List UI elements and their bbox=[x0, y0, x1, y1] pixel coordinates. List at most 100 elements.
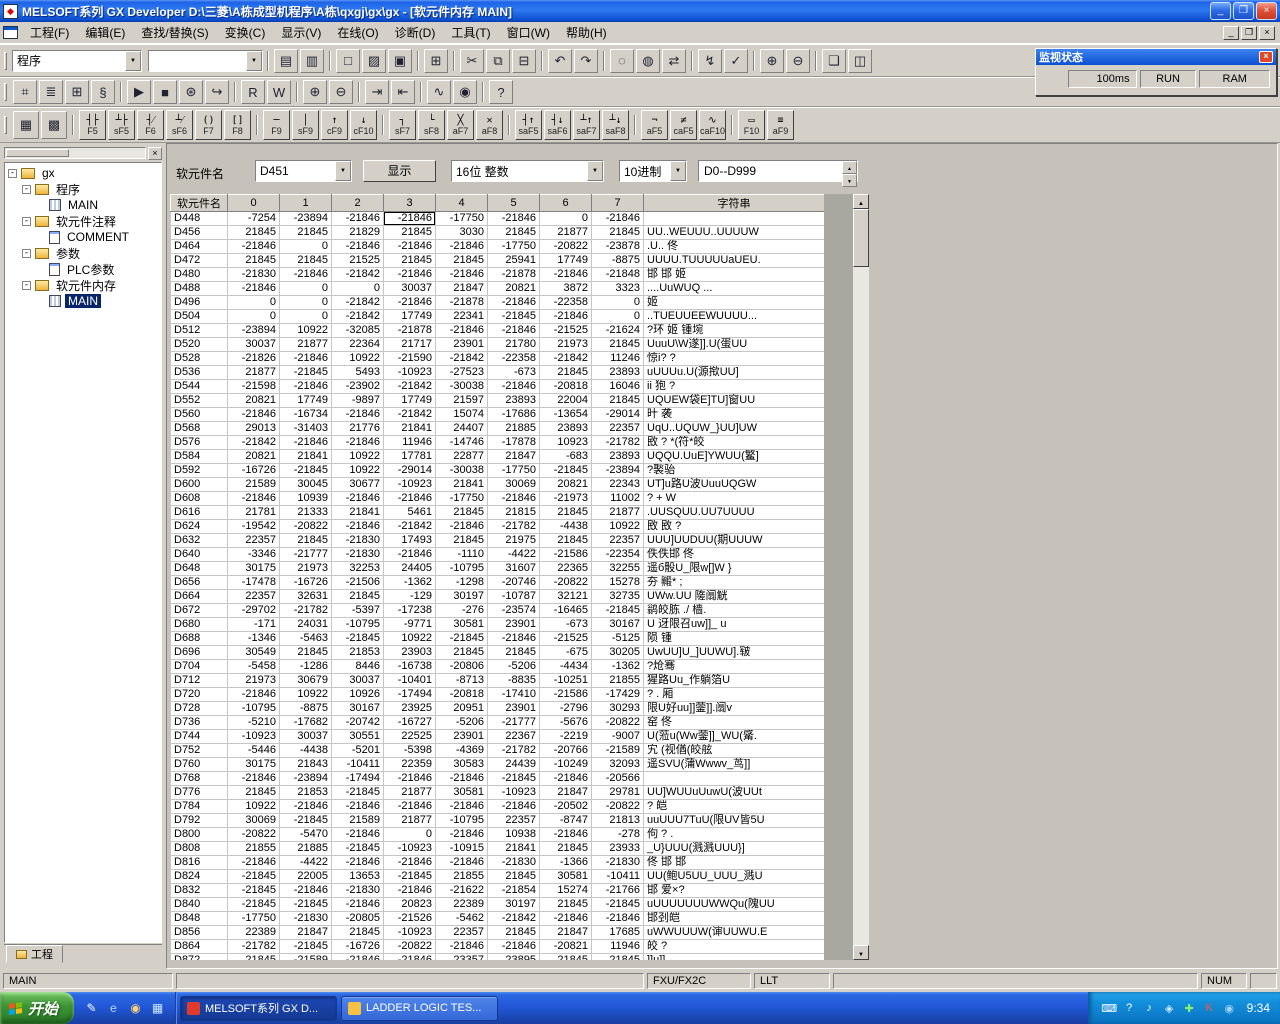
value-cell[interactable]: -21846 bbox=[540, 310, 592, 324]
value-cell[interactable]: 10922 bbox=[332, 352, 384, 366]
value-cell[interactable]: -21845 bbox=[280, 898, 332, 912]
value-cell[interactable]: -21846 bbox=[436, 268, 488, 282]
value-cell[interactable]: 22365 bbox=[540, 562, 592, 576]
tree-expander-icon[interactable]: - bbox=[22, 249, 31, 258]
value-cell[interactable]: 30581 bbox=[436, 618, 488, 632]
value-cell[interactable]: 30069 bbox=[488, 478, 540, 492]
value-cell[interactable]: 0 bbox=[228, 296, 280, 310]
menu-item[interactable]: 显示(V) bbox=[273, 22, 329, 43]
value-cell[interactable]: 21845 bbox=[228, 226, 280, 240]
value-cell[interactable]: -10795 bbox=[228, 702, 280, 716]
clock[interactable]: 9:34 bbox=[1247, 1001, 1270, 1015]
value-cell[interactable]: -31403 bbox=[280, 422, 332, 436]
value-cell[interactable]: -21846 bbox=[228, 408, 280, 422]
value-cell[interactable]: 21841 bbox=[488, 842, 540, 856]
device-skip-icon[interactable]: ↪ bbox=[205, 80, 229, 104]
value-cell[interactable]: -20822 bbox=[384, 940, 436, 954]
show-desktop-icon[interactable]: ▦ bbox=[149, 1000, 166, 1017]
parallel-closed-contact-button[interactable]: ┴⁄sF6 bbox=[166, 110, 193, 140]
value-cell[interactable]: -20818 bbox=[436, 688, 488, 702]
value-cell[interactable]: -1366 bbox=[540, 856, 592, 870]
pulse-closed-contact-button[interactable]: ┤↓saF6 bbox=[544, 110, 571, 140]
value-cell[interactable]: -21590 bbox=[384, 352, 436, 366]
value-cell[interactable]: 17685 bbox=[592, 926, 644, 940]
value-cell[interactable]: -21846 bbox=[332, 240, 384, 254]
value-cell[interactable]: 30175 bbox=[228, 562, 280, 576]
display-format-combo[interactable]: 16位 整数 bbox=[451, 160, 604, 182]
device-cell[interactable]: D704 bbox=[171, 660, 228, 674]
value-cell[interactable]: -23894 bbox=[228, 324, 280, 338]
value-cell[interactable]: 30583 bbox=[436, 758, 488, 772]
value-cell[interactable]: -21845 bbox=[280, 366, 332, 380]
device-name-combo[interactable]: D451 bbox=[255, 160, 352, 182]
value-cell[interactable]: -9007 bbox=[592, 730, 644, 744]
device-cell[interactable]: D544 bbox=[171, 380, 228, 394]
value-cell[interactable]: 30037 bbox=[280, 730, 332, 744]
value-cell[interactable]: -21526 bbox=[384, 912, 436, 926]
menu-item[interactable]: 编辑(E) bbox=[77, 22, 133, 43]
menu-item[interactable]: 变换(C) bbox=[217, 22, 274, 43]
value-cell[interactable]: -23894 bbox=[280, 772, 332, 786]
value-cell[interactable]: -20822 bbox=[540, 240, 592, 254]
value-cell[interactable]: 21853 bbox=[280, 786, 332, 800]
device-cell[interactable]: D480 bbox=[171, 268, 228, 282]
tile-windows-icon[interactable]: ◫ bbox=[848, 49, 872, 73]
value-cell[interactable]: 17749 bbox=[540, 254, 592, 268]
value-cell[interactable]: 15274 bbox=[540, 884, 592, 898]
redo-icon[interactable]: ↷ bbox=[574, 49, 598, 73]
value-cell[interactable]: 30197 bbox=[436, 590, 488, 604]
value-cell[interactable]: -675 bbox=[540, 646, 592, 660]
value-cell[interactable]: 21845 bbox=[228, 254, 280, 268]
value-cell[interactable]: -17750 bbox=[488, 464, 540, 478]
tree-item[interactable]: -软元件注释 bbox=[8, 213, 161, 229]
device-cell[interactable]: D736 bbox=[171, 716, 228, 730]
value-cell[interactable]: -21845 bbox=[540, 464, 592, 478]
device-cell[interactable]: D664 bbox=[171, 590, 228, 604]
value-cell[interactable]: 21845 bbox=[436, 506, 488, 520]
value-cell[interactable]: -5397 bbox=[332, 604, 384, 618]
value-cell[interactable]: 22877 bbox=[436, 450, 488, 464]
value-cell[interactable]: 21855 bbox=[228, 842, 280, 856]
value-cell[interactable]: -21842 bbox=[384, 520, 436, 534]
value-cell[interactable]: 23895 bbox=[488, 954, 540, 961]
value-cell[interactable]: 21845 bbox=[592, 954, 644, 961]
antivirus-icon[interactable]: K bbox=[1202, 1001, 1217, 1016]
tree-expander-icon[interactable]: - bbox=[22, 185, 31, 194]
value-cell[interactable]: -21782 bbox=[488, 744, 540, 758]
device-cell[interactable]: D472 bbox=[171, 254, 228, 268]
value-cell[interactable]: 21845 bbox=[436, 534, 488, 548]
value-cell[interactable]: -278 bbox=[592, 828, 644, 842]
value-cell[interactable]: -21589 bbox=[592, 744, 644, 758]
value-cell[interactable]: -21846 bbox=[228, 688, 280, 702]
device-cell[interactable]: D760 bbox=[171, 758, 228, 772]
value-cell[interactable]: -1286 bbox=[280, 660, 332, 674]
value-cell[interactable]: 23933 bbox=[592, 842, 644, 856]
value-cell[interactable]: -21846 bbox=[228, 772, 280, 786]
value-cell[interactable]: -10787 bbox=[488, 590, 540, 604]
toolbar-grip[interactable] bbox=[4, 116, 7, 134]
value-cell[interactable]: 21845 bbox=[436, 254, 488, 268]
value-cell[interactable]: -8875 bbox=[592, 254, 644, 268]
panel-close-icon[interactable]: × bbox=[148, 147, 162, 160]
value-cell[interactable]: -21846 bbox=[384, 548, 436, 562]
device-cell[interactable]: D696 bbox=[171, 646, 228, 660]
value-cell[interactable]: 22359 bbox=[384, 758, 436, 772]
value-cell[interactable]: -21845 bbox=[228, 884, 280, 898]
value-cell[interactable]: 21845 bbox=[488, 870, 540, 884]
value-cell[interactable]: -21846 bbox=[384, 492, 436, 506]
value-cell[interactable]: 0 bbox=[280, 296, 332, 310]
value-cell[interactable]: -21846 bbox=[332, 898, 384, 912]
value-cell[interactable]: -4438 bbox=[540, 520, 592, 534]
value-cell[interactable]: -21845 bbox=[384, 870, 436, 884]
horizontal-line-button[interactable]: ─F9 bbox=[263, 110, 290, 140]
zoom-in-icon[interactable]: ⊕ bbox=[760, 49, 784, 73]
value-cell[interactable]: 22364 bbox=[332, 338, 384, 352]
find-next-icon[interactable]: ◍ bbox=[636, 49, 660, 73]
device-cell[interactable]: D584 bbox=[171, 450, 228, 464]
device-cell[interactable]: D784 bbox=[171, 800, 228, 814]
device-cell[interactable]: D816 bbox=[171, 856, 228, 870]
value-cell[interactable]: -21846 bbox=[488, 296, 540, 310]
value-cell[interactable]: 21877 bbox=[280, 338, 332, 352]
zoom-out-icon[interactable]: ⊖ bbox=[786, 49, 810, 73]
value-cell[interactable]: -21846 bbox=[332, 492, 384, 506]
